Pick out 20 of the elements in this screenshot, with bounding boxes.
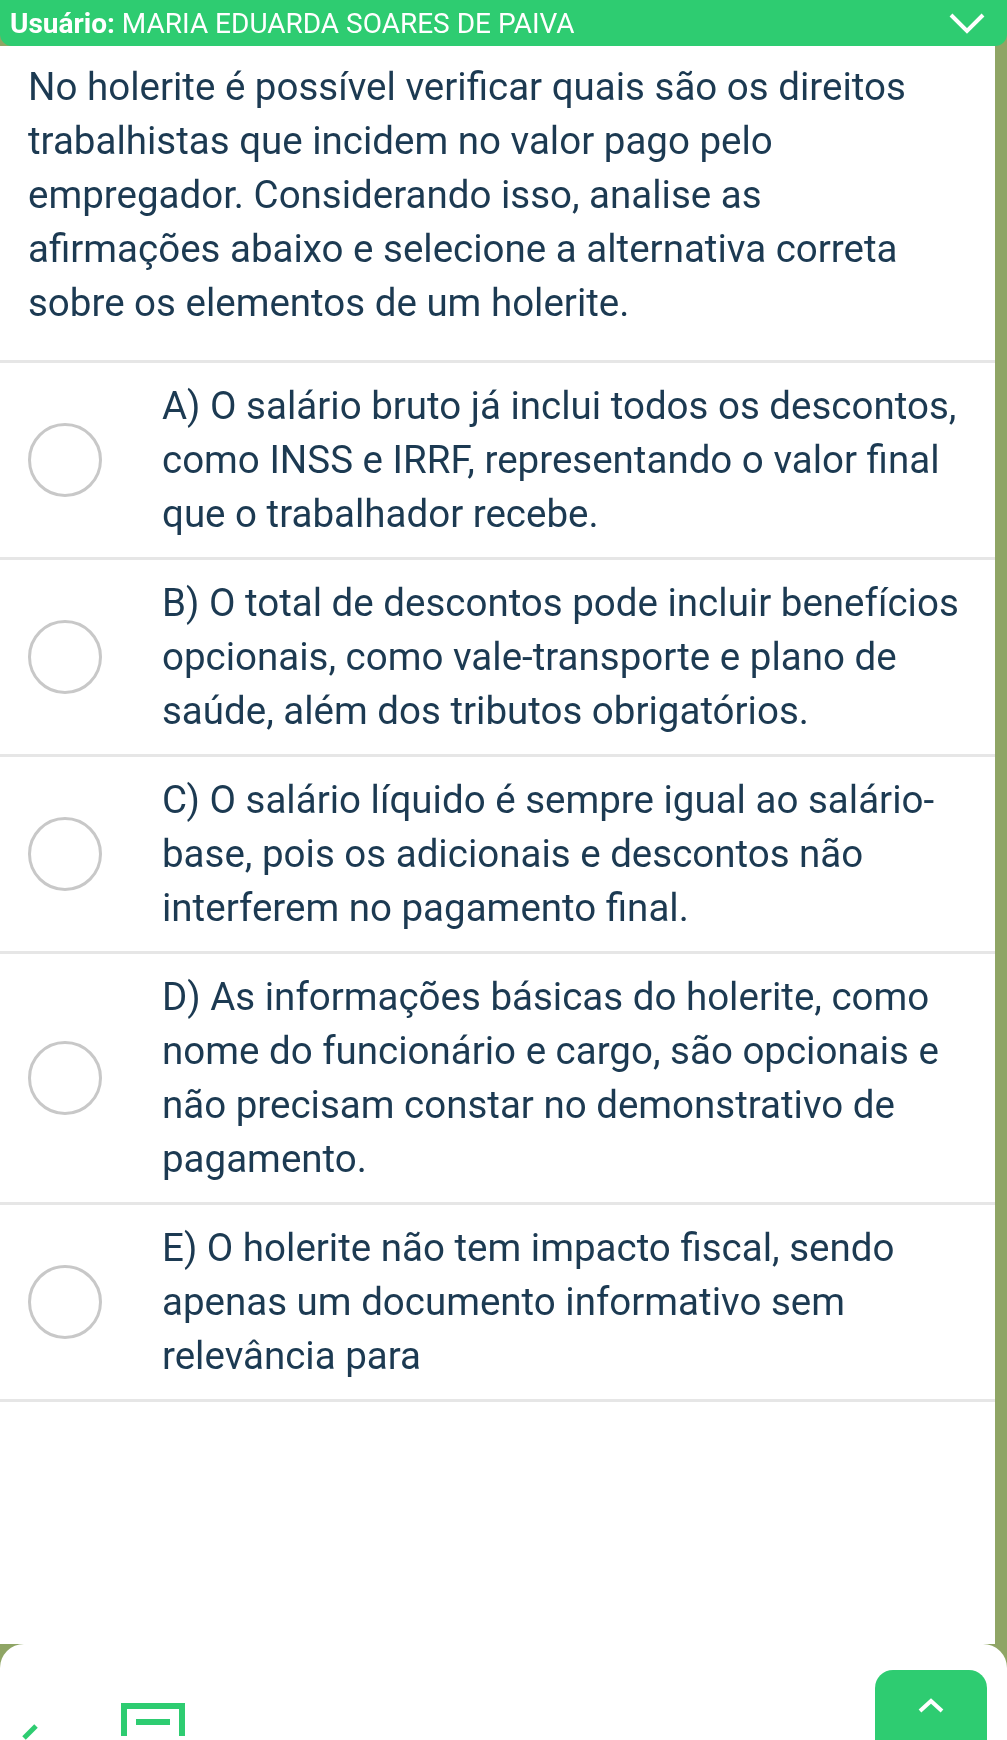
- radio-button[interactable]: [28, 1265, 102, 1339]
- collapse-button[interactable]: [875, 1670, 987, 1740]
- answer-option[interactable]: D) As informações básicas do holerite, como nome do funcionário e cargo, são opcionais e não precisam constar no demonstrativo de pagamento.: [0, 954, 995, 1205]
- option-text: E) O holerite não tem impacto fiscal, sendo apenas um documento informativo sem relevância para: [162, 1224, 896, 1380]
- question-text: No holerite é possível verificar quais são os direitos trabalhistas que incidem no valor pago pelo empregador. Considerando isso, analise as afirmações abaixo e selecione a alternativa correta sobre os elementos de um holerite.: [0, 46, 995, 363]
- answer-option[interactable]: C) O salário líquido é sempre igual ao salário-base, pois os adicionais e descontos não interferem no pagamento final.: [0, 757, 995, 954]
- option-text: B) O total de descontos pode incluir benefícios opcionais, como vale-transporte e plano de saúde, além dos tributos obrigatórios.: [162, 579, 960, 735]
- option-text: A) O salário bruto já inclui todos os descontos, como INSS e IRRF, representando o valor final que o trabalhador recebe.: [162, 382, 958, 538]
- answer-option[interactable]: A) O salário bruto já inclui todos os descontos, como INSS e IRRF, representando o valor final que o trabalhador recebe.: [0, 363, 995, 560]
- option-text: C) O salário líquido é sempre igual ao salário-base, pois os adicionais e descontos não interferem no pagamento final.: [162, 776, 936, 932]
- chevron-down-icon[interactable]: [947, 11, 987, 35]
- user-label: Usuário: MARIA EDUARDA SOARES DE PAIVA: [10, 6, 576, 40]
- radio-button[interactable]: [28, 1041, 102, 1115]
- radio-button[interactable]: [28, 423, 102, 497]
- radio-button[interactable]: [28, 817, 102, 891]
- answer-option[interactable]: B) O total de descontos pode incluir benefícios opcionais, como vale-transporte e plano de saúde, além dos tributos obrigatórios.: [0, 560, 995, 757]
- answer-option[interactable]: E) O holerite não tem impacto fiscal, sendo apenas um documento informativo sem relevância para: [0, 1205, 995, 1402]
- option-text: D) As informações básicas do holerite, como nome do funcionário e cargo, são opcionais e não precisam constar no demonstrativo de pagamento.: [162, 973, 940, 1183]
- caret-up-icon: [916, 1697, 946, 1713]
- radio-button[interactable]: [28, 620, 102, 694]
